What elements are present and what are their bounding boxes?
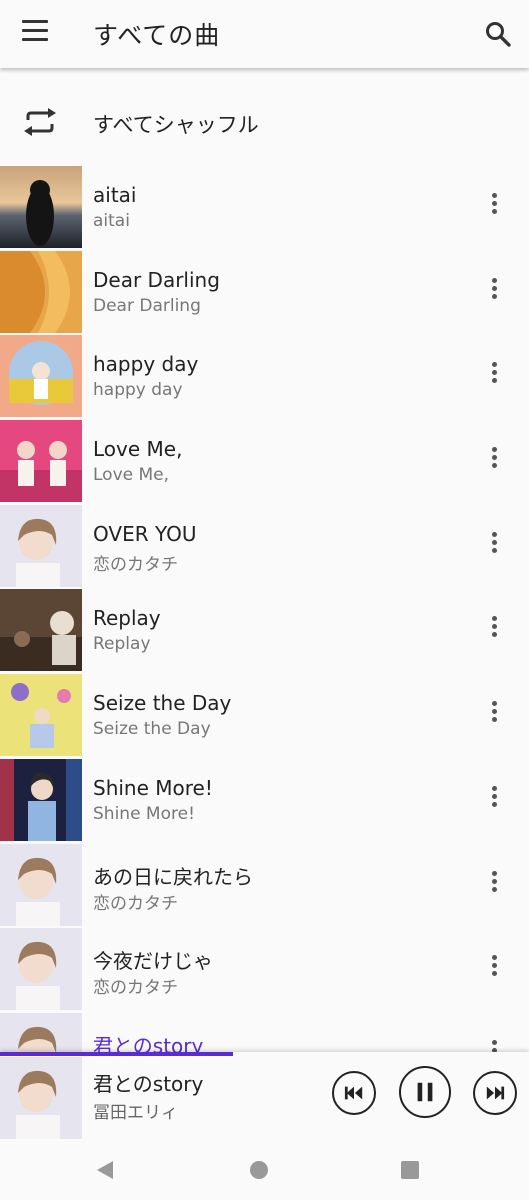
song-title: Seize the Day	[93, 691, 232, 716]
song-row[interactable]: Replay Replay	[0, 588, 529, 673]
song-row[interactable]: happy day happy day	[0, 334, 529, 419]
album-art	[0, 250, 82, 333]
skip-next-icon	[486, 1086, 505, 1100]
song-title: OVER YOU	[93, 521, 197, 546]
song-subtitle: 恋のカタチ	[93, 554, 178, 575]
more-options-icon[interactable]	[482, 277, 506, 306]
album-art	[0, 674, 82, 757]
song-title: Shine More!	[93, 775, 213, 800]
more-options-icon[interactable]	[482, 870, 506, 899]
mini-player[interactable]: 君とのstory 冨田エリィ	[0, 1052, 529, 1140]
song-row[interactable]: Seize the Day Seize the Day	[0, 673, 529, 758]
more-options-icon[interactable]	[482, 616, 506, 644]
album-art	[0, 928, 82, 1011]
song-title: aitai	[93, 183, 137, 207]
more-options-icon[interactable]	[482, 362, 506, 390]
more-options-icon[interactable]	[482, 531, 506, 560]
more-options-icon[interactable]	[482, 785, 506, 814]
song-row[interactable]: 今夜だけじゃ 恋のカタチ	[0, 927, 529, 1012]
more-options-icon[interactable]	[482, 955, 506, 983]
recents-icon[interactable]	[398, 1158, 422, 1182]
song-subtitle: Love Me,	[93, 465, 170, 486]
song-row[interactable]: Dear Darling Dear Darling	[0, 250, 529, 335]
song-subtitle: Replay	[93, 634, 151, 655]
skip-previous-icon	[344, 1086, 363, 1100]
system-nav-bar	[0, 1140, 529, 1200]
repeat-shuffle-icon	[22, 106, 58, 138]
page-title: すべての曲	[93, 21, 221, 50]
song-title: Love Me,	[93, 437, 183, 462]
now-playing-title: 君とのstory	[93, 1072, 204, 1096]
song-row[interactable]: Shine More! Shine More!	[0, 758, 529, 843]
song-subtitle: Dear Darling	[93, 295, 201, 316]
song-row[interactable]: aitai aitai	[0, 165, 529, 250]
song-title: happy day	[93, 352, 199, 377]
song-title: あの日に戻れたら	[93, 864, 253, 889]
now-playing-album-art	[0, 1057, 82, 1139]
playback-progress-bar[interactable]	[0, 1052, 529, 1056]
now-playing-artist: 冨田エリィ	[93, 1103, 178, 1123]
song-title: 今夜だけじゃ	[93, 949, 213, 974]
song-row[interactable]: あの日に戻れたら 恋のカタチ	[0, 843, 529, 928]
song-row[interactable]: OVER YOU 恋のカタチ	[0, 504, 529, 589]
more-options-icon[interactable]	[482, 701, 506, 729]
song-subtitle: 恋のカタチ	[93, 893, 178, 914]
more-options-icon[interactable]	[482, 447, 506, 475]
shuffle-all-button[interactable]: すべてシャッフル	[0, 80, 529, 164]
search-icon[interactable]	[484, 20, 512, 48]
album-art	[0, 335, 82, 418]
playback-progress-fill	[0, 1052, 233, 1056]
pause-icon	[417, 1082, 433, 1102]
home-icon[interactable]	[247, 1158, 271, 1182]
song-list: aitai aitai Dear Darling Dear Darling ha…	[0, 165, 529, 1097]
song-row[interactable]: Love Me, Love Me,	[0, 419, 529, 504]
song-title: Dear Darling	[93, 267, 220, 292]
song-subtitle: Shine More!	[93, 803, 195, 824]
album-art	[0, 420, 82, 503]
menu-icon[interactable]	[22, 20, 48, 46]
song-subtitle: aitai	[93, 211, 130, 231]
app-bar: すべての曲	[0, 0, 529, 68]
next-track-button[interactable]	[473, 1071, 517, 1115]
pause-button[interactable]	[399, 1066, 451, 1118]
album-art	[0, 166, 82, 248]
song-subtitle: Seize the Day	[93, 719, 211, 740]
album-art	[0, 843, 82, 926]
album-art	[0, 758, 82, 841]
back-icon[interactable]	[93, 1158, 117, 1182]
song-subtitle: happy day	[93, 380, 183, 401]
more-options-icon[interactable]	[482, 193, 506, 221]
song-subtitle: 恋のカタチ	[93, 978, 178, 999]
album-art	[0, 589, 82, 672]
previous-track-button[interactable]	[332, 1071, 376, 1115]
shuffle-all-label: すべてシャッフル	[93, 113, 259, 137]
song-title: Replay	[93, 606, 161, 631]
album-art	[0, 504, 82, 587]
